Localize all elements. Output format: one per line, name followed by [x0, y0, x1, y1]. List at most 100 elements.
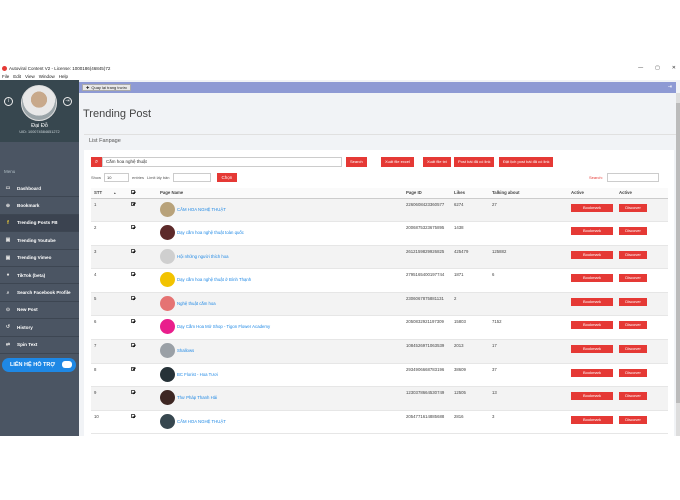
- search-button[interactable]: Search: [346, 157, 367, 167]
- row-checkbox[interactable]: [131, 413, 135, 418]
- table-row[interactable]: 7 Shallows 1084526971063539 2013 17 Bookmark D…: [91, 339, 668, 364]
- col-active-2[interactable]: Active: [616, 188, 668, 199]
- bookmark-button[interactable]: Bookmark: [571, 345, 613, 354]
- bookmark-button[interactable]: Bookmark: [571, 392, 613, 401]
- table-row[interactable]: 8 BC Florist - Hoa Tươi 2934906668783196 38…: [91, 363, 668, 388]
- table-row[interactable]: 4 Dạy cắm hoa nghệ thuật ở Bình Thạnh 2795…: [91, 268, 668, 293]
- menu-window[interactable]: Window: [39, 74, 55, 79]
- page-name-link[interactable]: Shallows: [177, 348, 194, 353]
- logout-icon[interactable]: ⇥: [63, 97, 72, 106]
- table-row[interactable]: 6 Dạy Cắm Hoa Mở Shop - Tigon Flower Acad…: [91, 315, 668, 341]
- page-avatar: [160, 225, 175, 241]
- col-page-name[interactable]: Page Name: [157, 188, 403, 199]
- col-talking-about[interactable]: Talking about: [489, 188, 568, 199]
- sidebar-item-trending-vimeo[interactable]: ▣ Trending Vimeo: [0, 250, 79, 267]
- sidebar-item-new-post[interactable]: ⊙ New Post: [0, 302, 79, 320]
- bookmark-button[interactable]: Bookmark: [571, 203, 613, 212]
- table-row[interactable]: 3 Hội những người thích hoa 26121598299268…: [91, 245, 668, 270]
- menu-view[interactable]: View: [25, 74, 35, 79]
- menu-file[interactable]: File: [2, 74, 9, 79]
- discover-button[interactable]: Discover: [619, 250, 647, 259]
- scrollbar[interactable]: [676, 93, 680, 436]
- schedule-post-button[interactable]: Đặt lịch post bài đã có link: [499, 157, 554, 167]
- scrollbar-thumb[interactable]: [676, 103, 680, 403]
- row-checkbox[interactable]: [131, 343, 135, 348]
- sidebar-item-bookmark[interactable]: ⊕ Bookmark: [0, 197, 79, 215]
- page-name-link[interactable]: Hội những người thích hoa: [177, 254, 229, 259]
- table-search-input[interactable]: [607, 173, 659, 182]
- page-name-link[interactable]: BC Florist - Hoa Tươi: [177, 372, 218, 377]
- sidebar-item-trending-posts-fb[interactable]: f Trending Posts FB: [0, 214, 79, 233]
- sidebar-item-tiktok-beta[interactable]: ● TikTok (beta): [0, 267, 79, 285]
- page-name-link[interactable]: Nghệ thuật cắm hoa: [177, 301, 216, 306]
- table-row[interactable]: 1 CẮM HOA NGHỆ THUẬT 2260608423360577 6274 2…: [91, 198, 668, 223]
- table-row[interactable]: 10 CẮM HOA NGHỆ THUẬT 2054771614885688 2816…: [91, 410, 668, 435]
- table-row[interactable]: 9 Thư Pháp Thanh Hải 1230378664530749 12505…: [91, 386, 668, 411]
- bookmark-button[interactable]: Bookmark: [571, 274, 613, 283]
- row-checkbox[interactable]: [131, 295, 135, 300]
- row-checkbox[interactable]: [131, 319, 135, 324]
- limit-input[interactable]: [172, 173, 211, 182]
- maximize-button[interactable]: ▢: [655, 65, 660, 71]
- page-name-link[interactable]: Dạy Cắm Hoa Mở Shop - Tigon Flower Acade…: [177, 324, 270, 329]
- row-checkbox[interactable]: [131, 201, 135, 206]
- discover-button[interactable]: Discover: [619, 227, 647, 236]
- minimize-button[interactable]: —: [638, 65, 643, 71]
- col-page-id[interactable]: Page ID: [403, 188, 451, 199]
- discover-button[interactable]: Discover: [619, 297, 647, 306]
- discover-button[interactable]: Discover: [619, 392, 647, 401]
- page-name-link[interactable]: CẮM HOA NGHỆ THUẬT: [177, 419, 226, 424]
- bookmark-button[interactable]: Bookmark: [571, 250, 613, 259]
- sidebar-item-trending-youtube[interactable]: ▣ Trending Youtube: [0, 232, 79, 250]
- choose-button[interactable]: Chọn: [216, 173, 238, 182]
- bookmark-button[interactable]: Bookmark: [571, 297, 613, 306]
- post-with-link-button[interactable]: Post bài đã có link: [454, 157, 495, 167]
- row-checkbox[interactable]: [131, 366, 135, 371]
- table-row[interactable]: 5 Nghệ thuật cắm hoa 2306067875881131 2 Book…: [91, 292, 668, 317]
- cell-discover: Discover: [616, 315, 668, 341]
- discover-button[interactable]: Discover: [619, 345, 647, 354]
- discover-button[interactable]: Discover: [619, 368, 647, 377]
- menu-help[interactable]: Help: [59, 74, 68, 79]
- col-select[interactable]: [119, 188, 157, 199]
- discover-button[interactable]: Discover: [619, 321, 647, 330]
- table-row[interactable]: 2 Dạy cắm hoa nghệ thuật toàn quốc 2006875…: [91, 221, 668, 246]
- row-checkbox[interactable]: [131, 272, 135, 277]
- sidebar-item-history[interactable]: ↺ History: [0, 319, 79, 337]
- close-button[interactable]: ✕: [672, 65, 676, 71]
- bookmark-button[interactable]: Bookmark: [571, 321, 613, 330]
- sidebar-item-spin-text[interactable]: ⇄ Spin Text: [0, 337, 79, 354]
- discover-button[interactable]: Discover: [619, 203, 647, 212]
- col-active-1[interactable]: Active: [568, 188, 616, 199]
- contact-support-button[interactable]: LIÊN HỆ HỖ TRỢ: [2, 358, 76, 372]
- discover-button[interactable]: Discover: [619, 274, 647, 283]
- page-name-link[interactable]: Dạy cắm hoa nghệ thuật toàn quốc: [177, 230, 244, 235]
- exit-icon[interactable]: ⇥: [668, 84, 672, 90]
- discover-button[interactable]: Discover: [619, 415, 647, 424]
- bookmark-button[interactable]: Bookmark: [571, 368, 613, 377]
- sidebar-item-dashboard[interactable]: ▭ Dashboard: [0, 180, 79, 198]
- bookmark-button[interactable]: Bookmark: [571, 227, 613, 236]
- page-name-link[interactable]: Dạy cắm hoa nghệ thuật ở Bình Thạnh: [177, 277, 251, 282]
- entries-select[interactable]: 10: [104, 173, 130, 182]
- cell-stt: 1: [91, 198, 119, 223]
- row-checkbox[interactable]: [131, 390, 135, 395]
- select-all-checkbox[interactable]: [131, 190, 135, 195]
- col-stt[interactable]: STT ▲: [91, 188, 119, 199]
- back-icon: ✚: [86, 85, 90, 90]
- bookmark-button[interactable]: Bookmark: [571, 415, 613, 424]
- info-icon[interactable]: i: [4, 97, 13, 106]
- page-name-link[interactable]: CẮM HOA NGHỆ THUẬT: [177, 207, 226, 212]
- row-checkbox[interactable]: [131, 248, 135, 253]
- export-txt-button[interactable]: Xuất file txt: [423, 157, 451, 167]
- sidebar-item-search-facebook-profile[interactable]: ⌕ Search Facebook Profile: [0, 284, 79, 302]
- back-button[interactable]: ✚ Quay lại trang trước: [82, 84, 132, 91]
- row-checkbox[interactable]: [131, 225, 135, 230]
- col-likes[interactable]: Likes: [451, 188, 489, 199]
- keyword-input[interactable]: Cắm hoa nghệ thuật: [102, 157, 342, 167]
- page-name-link[interactable]: Thư Pháp Thanh Hải: [177, 395, 217, 400]
- cell-talking-about: 37: [489, 363, 568, 388]
- page-subtitle: List Fanpage: [84, 134, 676, 146]
- export-excel-button[interactable]: Xuất file excel: [381, 157, 414, 167]
- menu-edit[interactable]: Edit: [13, 74, 21, 79]
